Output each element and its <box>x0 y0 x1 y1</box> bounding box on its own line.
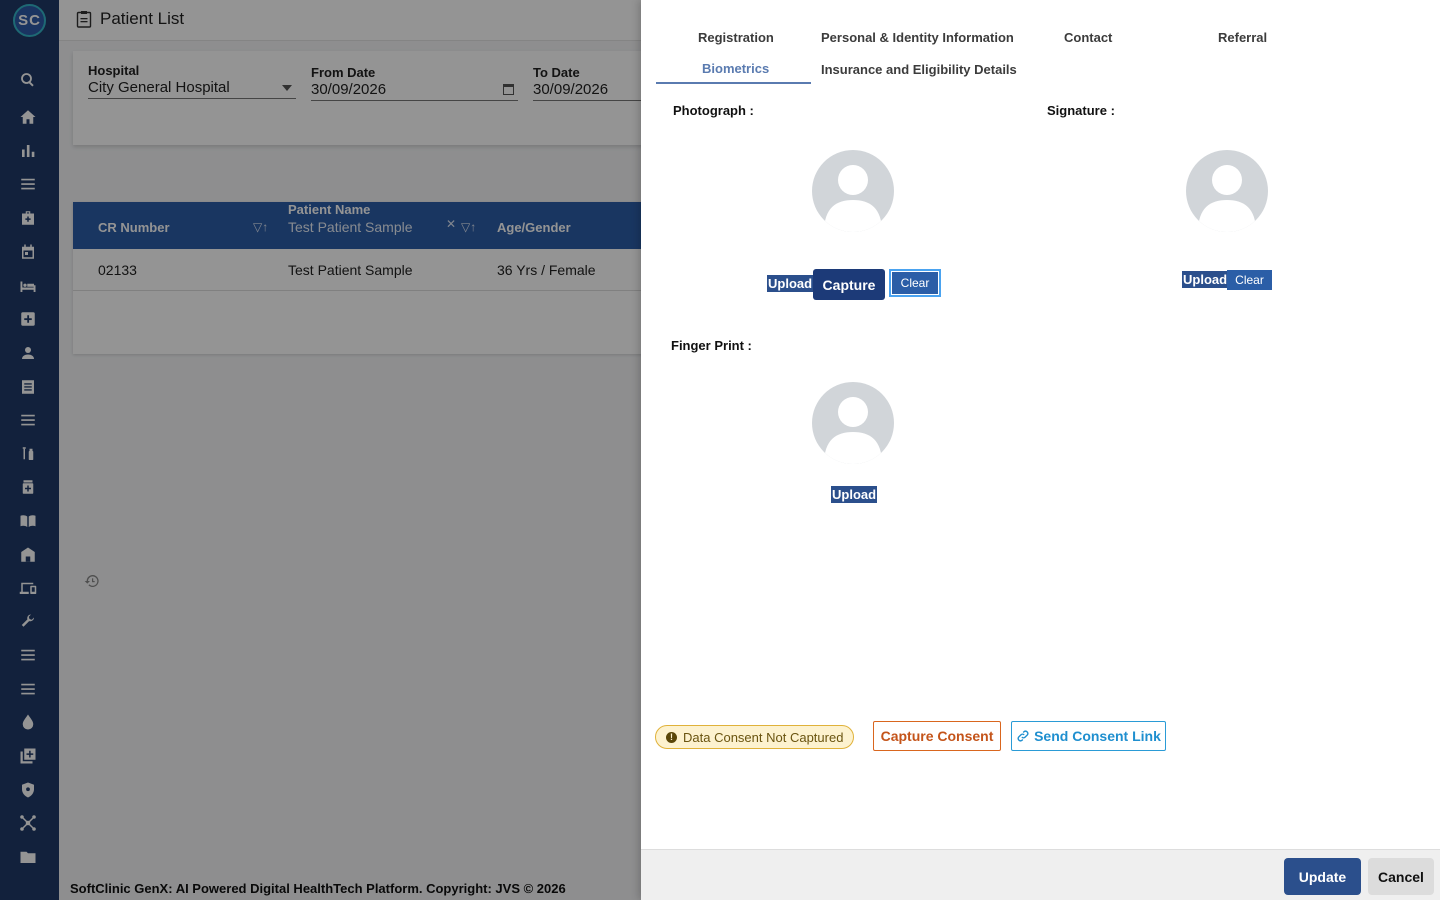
tab-registration[interactable]: Registration <box>698 30 774 45</box>
consent-status-text: Data Consent Not Captured <box>683 729 844 745</box>
signature-placeholder <box>1186 150 1268 232</box>
capture-consent-button[interactable]: Capture Consent <box>873 721 1001 751</box>
avatar-placeholder-icon <box>1198 165 1256 232</box>
photograph-upload-button[interactable]: Upload <box>767 275 814 292</box>
fingerprint-upload-button[interactable]: Upload <box>831 486 878 503</box>
tab-biometrics[interactable]: Biometrics <box>702 61 769 76</box>
tab-referral[interactable]: Referral <box>1218 30 1267 45</box>
link-icon <box>1017 730 1029 742</box>
send-consent-link-label: Send Consent Link <box>1034 728 1161 744</box>
signature-label: Signature : <box>1047 103 1115 118</box>
warning-icon: ! <box>666 731 677 743</box>
edit-patient-drawer: Registration Personal & Identity Informa… <box>641 0 1440 900</box>
fingerprint-label: Finger Print : <box>671 338 752 353</box>
active-tab-indicator <box>656 82 811 84</box>
send-consent-link-button[interactable]: Send Consent Link <box>1011 721 1166 751</box>
fingerprint-placeholder <box>812 382 894 464</box>
tab-contact[interactable]: Contact <box>1064 30 1112 45</box>
cancel-button[interactable]: Cancel <box>1368 858 1434 895</box>
photograph-clear-button[interactable]: Clear <box>889 269 941 297</box>
avatar-placeholder-icon <box>824 397 882 464</box>
consent-status-badge: ! Data Consent Not Captured <box>655 725 855 749</box>
update-button[interactable]: Update <box>1284 858 1361 895</box>
drawer-footer: Update Cancel <box>641 849 1440 900</box>
photograph-placeholder <box>812 150 894 232</box>
tab-insurance-eligibility[interactable]: Insurance and Eligibility Details <box>821 62 1017 77</box>
photograph-label: Photograph : <box>673 103 754 118</box>
photograph-capture-button[interactable]: Capture <box>813 269 885 300</box>
tab-personal-identity[interactable]: Personal & Identity Information <box>821 30 1014 45</box>
avatar-placeholder-icon <box>824 165 882 232</box>
signature-upload-button[interactable]: Upload <box>1182 271 1229 288</box>
signature-clear-button[interactable]: Clear <box>1227 270 1272 290</box>
